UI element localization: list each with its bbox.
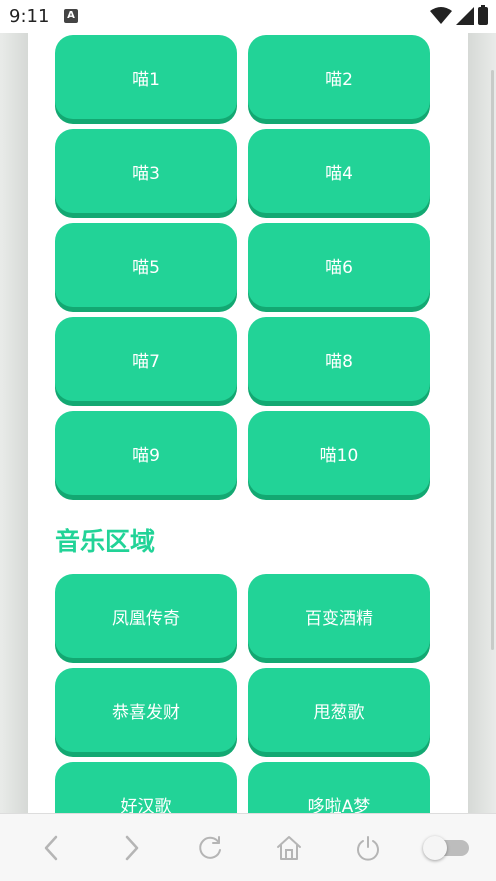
back-icon bbox=[44, 835, 57, 860]
meow-button-6[interactable]: 喵6 bbox=[248, 223, 430, 307]
battery-icon bbox=[478, 5, 488, 25]
meow-button-3[interactable]: 喵3 bbox=[55, 129, 237, 213]
notification-a-icon: A bbox=[64, 9, 78, 23]
screen: 9:11 A 喵1 喵2 喵3 喵4 喵5 喵6 喵7 喵8 喵9 喵10 音乐… bbox=[0, 0, 496, 881]
wifi-icon bbox=[430, 7, 452, 24]
power-icon bbox=[356, 835, 379, 861]
status-bar: 9:11 A bbox=[0, 0, 496, 33]
meow-button-7[interactable]: 喵7 bbox=[55, 317, 237, 401]
meow-button-8[interactable]: 喵8 bbox=[248, 317, 430, 401]
back-button[interactable] bbox=[28, 824, 76, 872]
music-button-gongxi-facai[interactable]: 恭喜发财 bbox=[55, 668, 237, 752]
reload-button[interactable] bbox=[186, 824, 234, 872]
meow-button-9[interactable]: 喵9 bbox=[55, 411, 237, 495]
toggle-switch[interactable] bbox=[422, 835, 469, 860]
meow-button-2[interactable]: 喵2 bbox=[248, 35, 430, 119]
status-icons bbox=[430, 5, 488, 26]
music-button-leek-song[interactable]: 甩葱歌 bbox=[248, 668, 430, 752]
status-time: 9:11 bbox=[9, 6, 50, 27]
cell-signal-icon bbox=[456, 7, 474, 25]
forward-icon bbox=[125, 835, 138, 860]
music-button-haohan-ge[interactable]: 好汉歌 bbox=[55, 762, 237, 813]
music-button-phoenix-legend[interactable]: 凤凰传奇 bbox=[55, 574, 237, 658]
toggle-knob bbox=[422, 835, 447, 860]
meow-button-5[interactable]: 喵5 bbox=[55, 223, 237, 307]
bottom-nav-bar bbox=[0, 813, 496, 881]
music-button-doraemon[interactable]: 哆啦A梦 bbox=[248, 762, 430, 813]
meow-button-1[interactable]: 喵1 bbox=[55, 35, 237, 119]
content-card: 喵1 喵2 喵3 喵4 喵5 喵6 喵7 喵8 喵9 喵10 音乐区域 凤凰传奇… bbox=[28, 33, 468, 813]
music-section-title: 音乐区域 bbox=[55, 527, 156, 556]
meow-button-10[interactable]: 喵10 bbox=[248, 411, 430, 495]
meow-button-grid: 喵1 喵2 喵3 喵4 喵5 喵6 喵7 喵8 喵9 喵10 bbox=[55, 35, 430, 495]
home-button[interactable] bbox=[265, 824, 313, 872]
reload-icon bbox=[198, 835, 221, 859]
home-icon bbox=[276, 835, 301, 860]
left-edge-shade bbox=[0, 33, 28, 813]
meow-button-4[interactable]: 喵4 bbox=[248, 129, 430, 213]
forward-button[interactable] bbox=[107, 824, 155, 872]
music-button-grid: 凤凰传奇 百变酒精 恭喜发财 甩葱歌 好汉歌 哆啦A梦 bbox=[55, 574, 430, 813]
power-button[interactable] bbox=[344, 824, 392, 872]
scrollbar-thumb[interactable] bbox=[491, 70, 494, 650]
music-button-baibian-jiujing[interactable]: 百变酒精 bbox=[248, 574, 430, 658]
